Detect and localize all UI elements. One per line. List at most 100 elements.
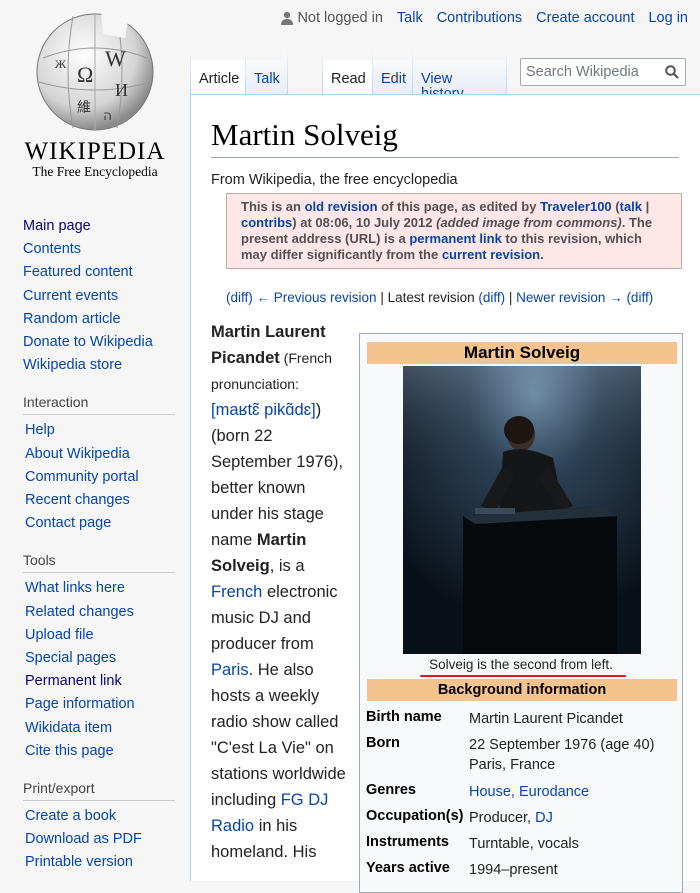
tab-view-history[interactable]: View history [413, 60, 506, 101]
birth-date: 22 September 1976 (age 40) [469, 737, 655, 753]
svg-text:И: И [115, 80, 128, 100]
sidebar-item-store[interactable]: Wikipedia store [23, 354, 190, 377]
sidebar-item-upload-file[interactable]: Upload file [25, 624, 190, 647]
search-input[interactable]: Search Wikipedia [520, 58, 686, 86]
sidebar-item-printable-version[interactable]: Printable version [25, 851, 190, 874]
infobox-label: Instruments [366, 834, 449, 850]
infobox-title: Martin Solveig [367, 342, 677, 364]
infobox-label: Occupation(s) [366, 808, 464, 824]
revnav-separator: | [376, 290, 388, 305]
birth-place: Paris, France [469, 757, 556, 773]
not-logged-in-label: Not logged in [297, 10, 383, 26]
revision-text: of this page, as edited by [377, 199, 541, 214]
contributions-link[interactable]: Contributions [437, 10, 522, 26]
diff-link[interactable]: (diff) [226, 290, 253, 305]
infobox-label: Years active [366, 860, 450, 876]
sidebar-item-related-changes[interactable]: Related changes [25, 601, 190, 624]
sidebar-item-contact-page[interactable]: Contact page [25, 512, 190, 535]
sidebar-item-help[interactable]: Help [25, 419, 190, 442]
search-placeholder: Search Wikipedia [526, 64, 639, 80]
revnav-separator: | [505, 290, 517, 305]
genres-links[interactable]: House, Eurodance [469, 782, 589, 802]
lead-paragraph: Martin Laurent Picandet (French pronunci… [211, 319, 351, 865]
sidebar-navigation: Main page Contents Featured content Curr… [23, 215, 190, 377]
lead-text: ) [315, 401, 322, 419]
page-tabs: Article Talk Read Edit View history Sear… [190, 48, 700, 101]
sidebar-heading-tools: Tools [23, 552, 175, 574]
wikipedia-globe-icon: Ω W И 維 ж ה [36, 12, 154, 131]
sidebar-item-random-article[interactable]: Random article [23, 308, 190, 331]
infobox-value: 1994–present [469, 862, 558, 878]
infobox-label: Genres [366, 782, 416, 798]
sidebar-item-main-page[interactable]: Main page [23, 215, 190, 238]
revision-text: ) at 08:06, 10 July 2012 [292, 215, 437, 230]
sidebar-item-page-information[interactable]: Page information [25, 693, 190, 716]
editor-talk-link[interactable]: talk [620, 199, 642, 214]
tab-talk[interactable]: Talk [246, 60, 287, 94]
sidebar-item-special-pages[interactable]: Special pages [25, 647, 190, 670]
infobox-label: Born [366, 735, 400, 751]
lead-text: , is a [269, 557, 305, 575]
wikipedia-logo[interactable]: Ω W И 維 ж ה WIKIPEDIA The Free Encyclope… [0, 0, 190, 190]
dj-link[interactable]: DJ [535, 810, 553, 826]
page-title: Martin Solveig [211, 117, 679, 158]
sidebar-item-donate[interactable]: Donate to Wikipedia [23, 331, 190, 354]
edit-summary: (added image from commons) [436, 215, 622, 230]
sidebar-item-wikidata-item[interactable]: Wikidata item [25, 717, 190, 740]
search-icon[interactable] [665, 65, 679, 79]
sidebar-item-featured-content[interactable]: Featured content [23, 261, 190, 284]
talk-link[interactable]: Talk [397, 10, 423, 26]
sidebar-tools: Tools What links here Related changes Up… [23, 552, 190, 763]
sidebar-heading-print-export: Print/export [23, 780, 175, 802]
photo-caption: Solveig is the second from left. [429, 657, 613, 672]
previous-revision-link[interactable]: ← Previous revision [253, 290, 377, 305]
sidebar-item-cite-this-page[interactable]: Cite this page [25, 740, 190, 763]
svg-text:Ω: Ω [77, 62, 93, 87]
wordmark: WIKIPEDIA [24, 138, 166, 165]
sidebar-item-contents[interactable]: Contents [23, 238, 190, 261]
svg-text:ה: ה [103, 108, 112, 124]
sidebar-item-download-pdf[interactable]: Download as PDF [25, 828, 190, 851]
tagline: The Free Encyclopedia [32, 164, 158, 179]
editor-link[interactable]: Traveler100 [540, 199, 612, 214]
create-account-link[interactable]: Create account [536, 10, 634, 26]
tab-article[interactable]: Article [191, 60, 245, 94]
revision-text: ( [611, 199, 620, 214]
old-revision-notice: This is an old revision of this page, as… [226, 193, 682, 269]
current-revision-link[interactable]: current revision [442, 247, 540, 262]
personal-tools: Not logged in Talk Contributions Create … [281, 10, 688, 26]
old-revision-link[interactable]: old revision [305, 199, 378, 214]
artist-photo[interactable] [403, 366, 641, 654]
tab-read[interactable]: Read [323, 60, 372, 94]
latest-revision-label: Latest revision [387, 290, 475, 305]
diff-link[interactable]: (diff) [623, 290, 653, 305]
paris-link[interactable]: Paris [211, 661, 249, 679]
sidebar-item-what-links-here[interactable]: What links here [25, 577, 190, 600]
sidebar-item-create-book[interactable]: Create a book [25, 805, 190, 828]
revision-separator: | [642, 199, 650, 214]
permanent-link[interactable]: permanent link [409, 231, 501, 246]
svg-text:ж: ж [54, 55, 67, 72]
infobox-value: Martin Laurent Picandet [469, 711, 623, 727]
infobox-value: 22 September 1976 (age 40) Paris, France [469, 735, 654, 775]
sidebar-item-community-portal[interactable]: Community portal [25, 466, 190, 489]
sidebar-item-current-events[interactable]: Current events [23, 285, 190, 308]
svg-text:維: 維 [77, 100, 91, 116]
tab-separator [287, 50, 288, 94]
sidebar-print-export: Print/export Create a book Download as P… [23, 780, 190, 875]
sidebar-item-recent-changes[interactable]: Recent changes [25, 489, 190, 512]
revision-text: This is an [241, 199, 305, 214]
newer-revision-link[interactable]: Newer revision → [516, 290, 623, 305]
infobox-value: Turntable, vocals [469, 836, 579, 852]
french-link[interactable]: French [211, 583, 262, 601]
sidebar: Main page Contents Featured content Curr… [0, 215, 190, 875]
article-content: Martin Solveig From Wikipedia, the free … [190, 94, 700, 893]
sidebar-item-about[interactable]: About Wikipedia [25, 443, 190, 466]
editor-contribs-link[interactable]: contribs [241, 215, 292, 230]
infobox: Martin Solveig Solveig is the second fro… [359, 333, 683, 893]
ipa-link[interactable]: [maʁtɛ̃ pikɑ̃dɛ] [211, 401, 316, 419]
diff-link[interactable]: (diff) [475, 290, 505, 305]
log-in-link[interactable]: Log in [648, 10, 688, 26]
sidebar-item-permanent-link[interactable]: Permanent link [25, 670, 190, 693]
tab-edit[interactable]: Edit [373, 60, 412, 94]
